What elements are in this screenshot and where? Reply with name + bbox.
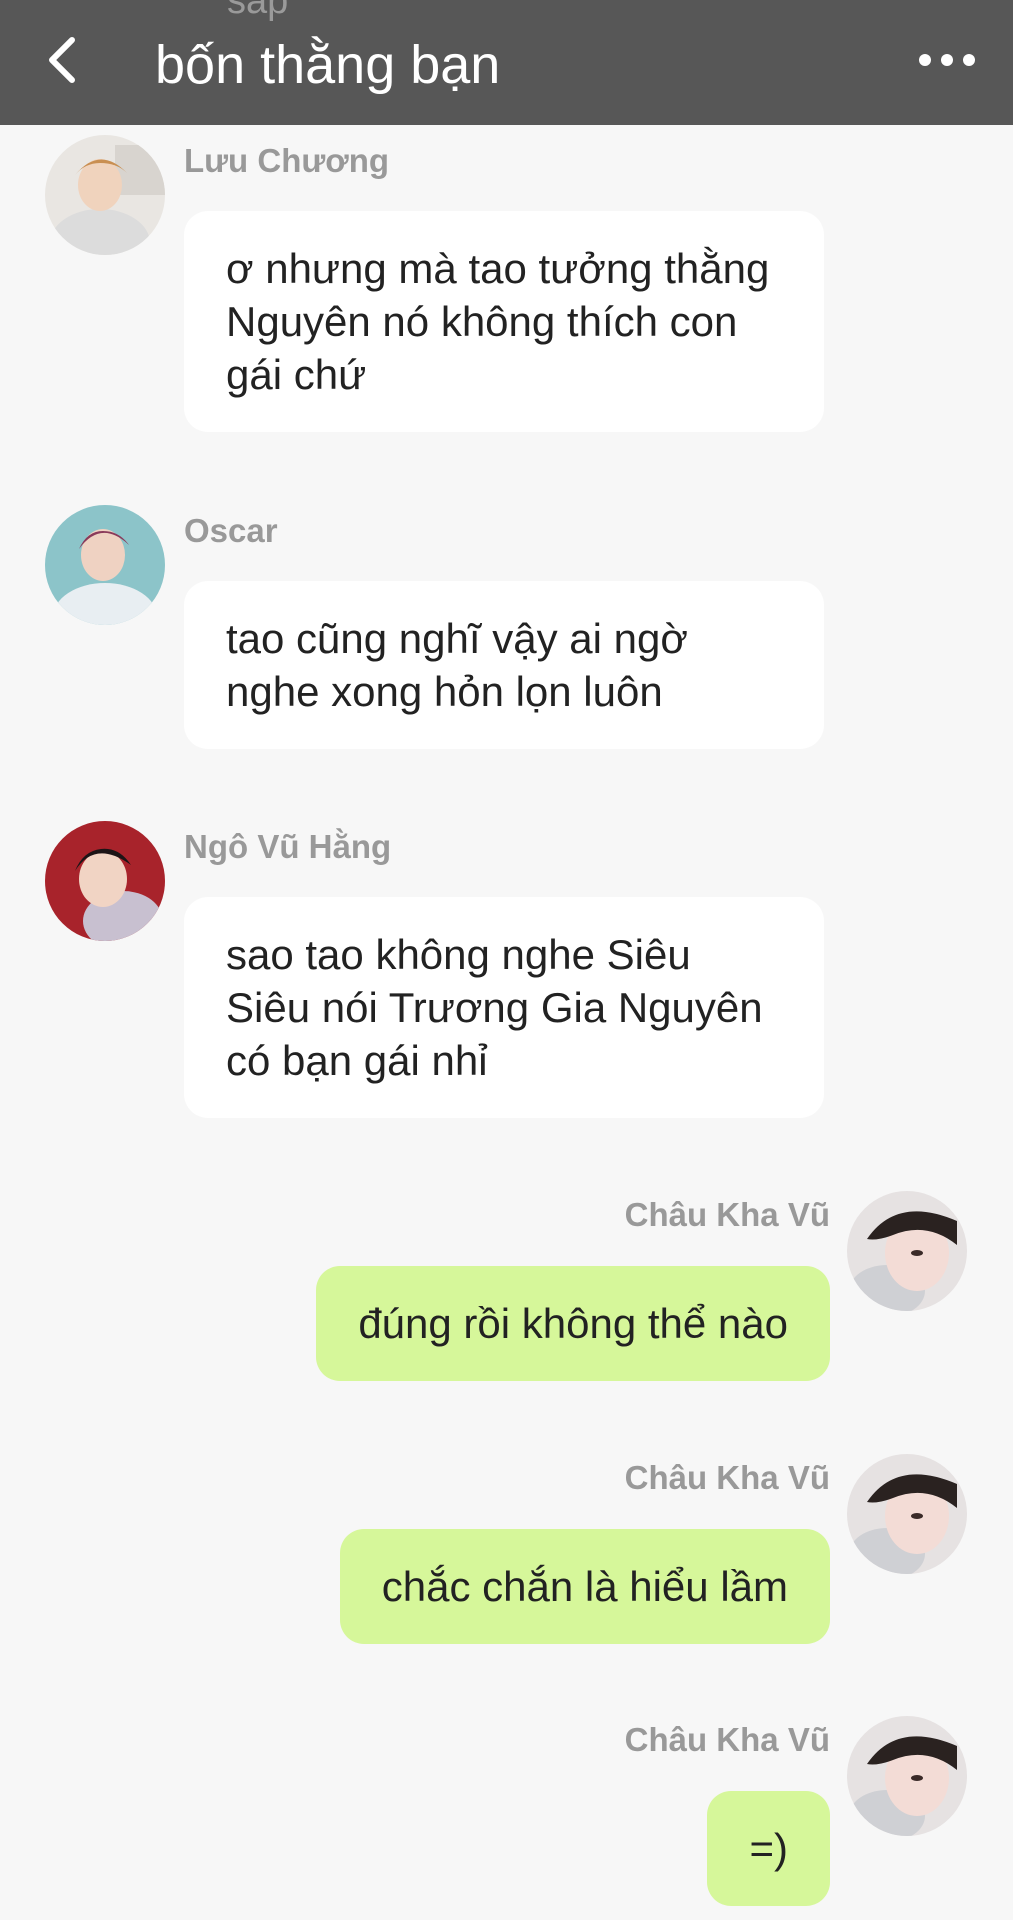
avatar[interactable]	[45, 505, 165, 625]
avatar-photo	[45, 821, 165, 941]
avatar-photo	[45, 135, 165, 255]
avatar-photo	[847, 1191, 967, 1311]
avatar[interactable]	[45, 135, 165, 255]
avatar[interactable]	[45, 821, 165, 941]
scrolled-text-fragment: sáp	[227, 0, 289, 22]
message-bubble[interactable]: ơ nhưng mà tao tưởng thằng Nguyên nó khô…	[184, 211, 824, 432]
more-horizontal-icon	[919, 54, 975, 66]
chevron-left-icon	[49, 37, 75, 83]
message-bubble[interactable]: chắc chắn là hiểu lầm	[339, 1529, 830, 1644]
avatar[interactable]	[847, 1454, 967, 1574]
sender-name: Châu Kha Vũ	[624, 1196, 830, 1233]
avatar[interactable]	[847, 1716, 967, 1836]
avatar-photo	[45, 505, 165, 625]
avatar[interactable]	[847, 1191, 967, 1311]
chat-header: sáp bốn thằng bạn	[0, 0, 1013, 125]
avatar-photo	[847, 1454, 967, 1574]
sender-name: Ngô Vũ Hằng	[184, 828, 392, 865]
avatar-photo	[847, 1716, 967, 1836]
sender-name: Oscar	[184, 512, 278, 549]
back-button[interactable]	[42, 30, 82, 90]
chat-title: bốn thằng bạn	[155, 35, 501, 95]
more-options-button[interactable]	[917, 48, 977, 72]
sender-name: Lưu Chương	[184, 142, 390, 179]
message-bubble[interactable]: =)	[707, 1791, 830, 1906]
sender-name: Châu Kha Vũ	[624, 1721, 830, 1758]
message-bubble[interactable]: tao cũng nghĩ vậy ai ngờ nghe xong hỏn l…	[184, 581, 824, 749]
message-bubble[interactable]: sao tao không nghe Siêu Siêu nói Trương …	[184, 897, 824, 1118]
message-bubble[interactable]: đúng rồi không thể nào	[316, 1266, 830, 1381]
sender-name: Châu Kha Vũ	[624, 1459, 830, 1496]
